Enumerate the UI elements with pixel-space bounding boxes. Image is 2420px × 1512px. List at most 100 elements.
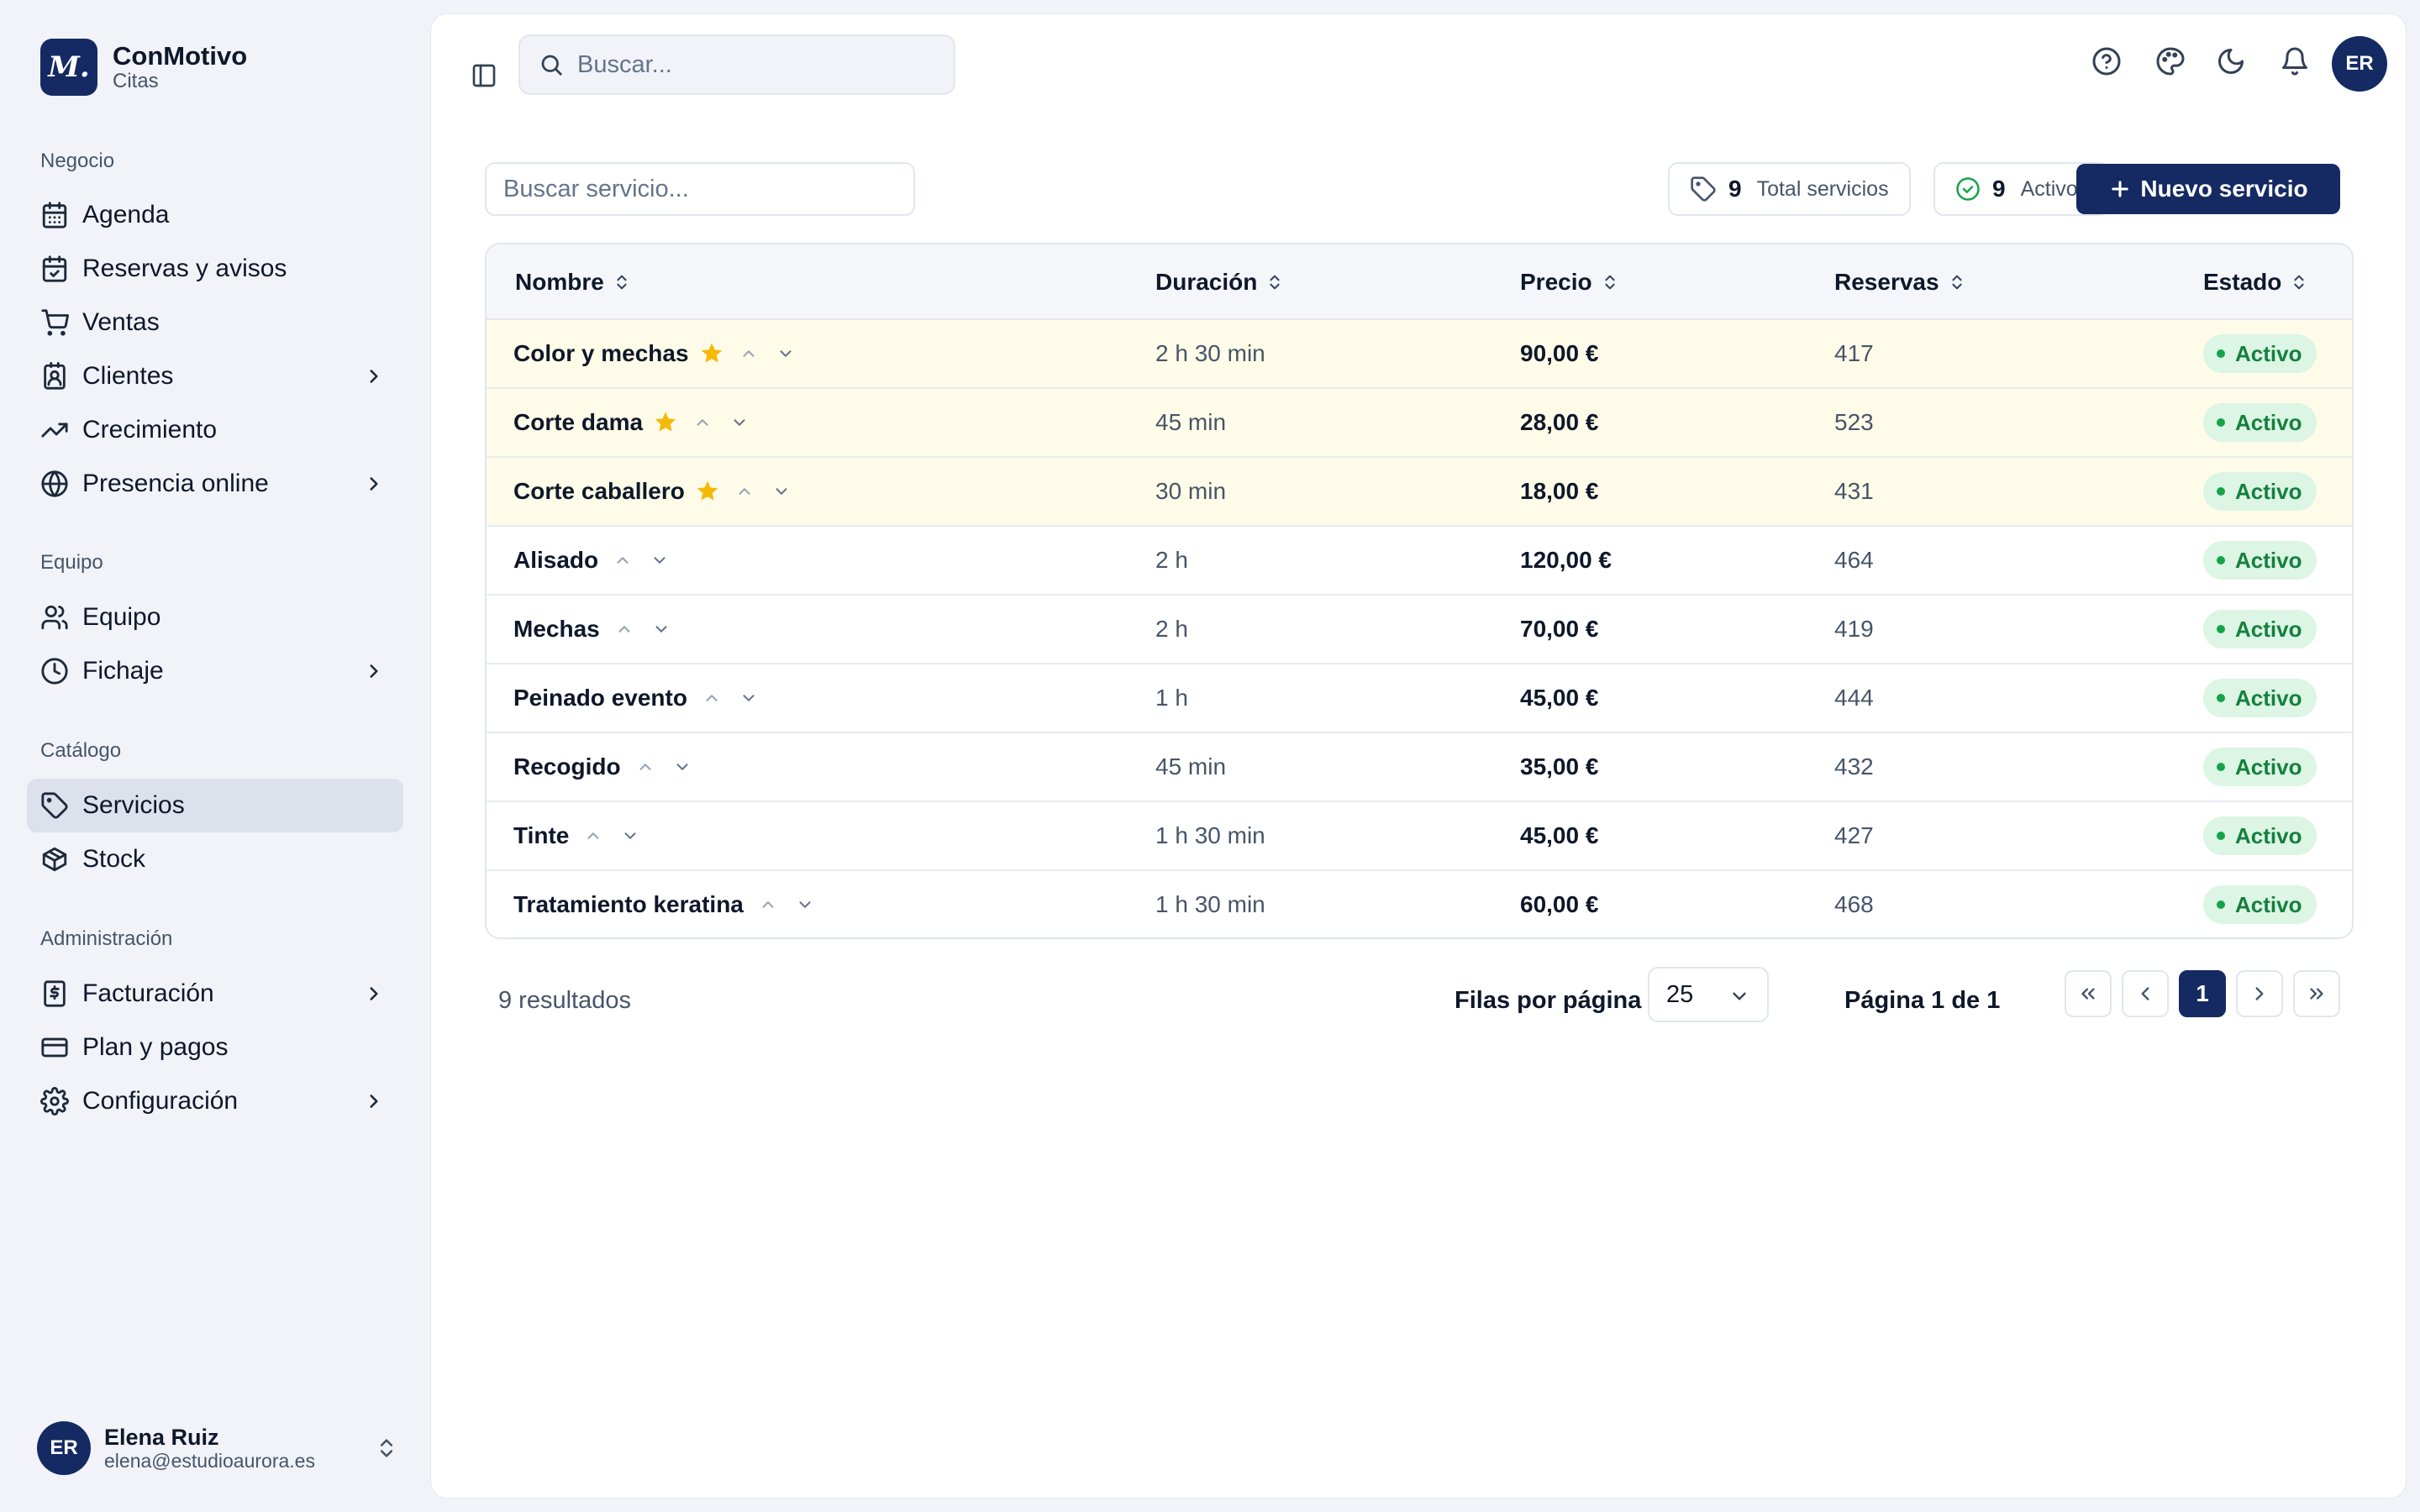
duration-cell: 1 h 30 min: [1155, 822, 1265, 848]
move-down-button[interactable]: [773, 341, 798, 366]
service-name-cell: Tratamiento keratina: [513, 871, 818, 937]
move-down-button[interactable]: [618, 823, 643, 848]
move-up-button[interactable]: [699, 685, 724, 711]
sidebar-item-stock[interactable]: Stock: [27, 832, 403, 886]
notifications-button[interactable]: [2270, 36, 2320, 87]
duration-cell: 45 min: [1155, 409, 1227, 435]
avatar: ER: [37, 1421, 91, 1475]
service-name: Recogido: [513, 753, 621, 780]
sidebar-item-ventas[interactable]: Ventas: [27, 296, 403, 349]
avatar[interactable]: ER: [2332, 36, 2387, 92]
chevron-down-icon: [621, 827, 639, 845]
sidebar-item-reservas[interactable]: Reservas y avisos: [27, 242, 403, 296]
move-down-button[interactable]: [792, 892, 818, 917]
move-up-button[interactable]: [732, 479, 757, 504]
sidebar-item-clientes[interactable]: Clientes: [27, 349, 403, 403]
chevron-left-icon: [2141, 987, 2149, 1000]
table-row[interactable]: Corte dama 45 min 28,00 € 523 Activo: [487, 389, 2352, 458]
tag-icon: [1690, 176, 1717, 202]
total-services-count: 9: [1728, 176, 1742, 202]
new-service-button[interactable]: Nuevo servicio: [2076, 164, 2340, 214]
sidebar-item-servicios[interactable]: Servicios: [27, 779, 403, 832]
user-menu[interactable]: ER Elena Ruiz elena@estudioaurora.es: [37, 1420, 398, 1477]
move-up-button[interactable]: [690, 410, 715, 435]
sidebar-item-plan-y-pagos[interactable]: Plan y pagos: [27, 1021, 403, 1074]
move-up-button[interactable]: [610, 548, 635, 573]
calendar-check-icon: [40, 255, 69, 283]
check-circle-icon: [1955, 176, 1981, 202]
move-down-button[interactable]: [736, 685, 761, 711]
cart-icon: [40, 308, 69, 337]
move-down-button[interactable]: [647, 548, 672, 573]
brand[interactable]: M. ConMotivo Citas: [40, 39, 247, 96]
move-down-button[interactable]: [649, 617, 674, 642]
move-up-button[interactable]: [633, 754, 658, 780]
status-badge: Activo: [2203, 816, 2317, 855]
page-button-current[interactable]: 1: [2179, 970, 2226, 1017]
next-page-button[interactable]: [2236, 970, 2283, 1017]
star-icon[interactable]: [699, 341, 724, 366]
column-header-nombre[interactable]: Nombre: [515, 244, 631, 320]
chevron-up-icon: [702, 689, 721, 707]
column-header-duracion[interactable]: Duración: [1155, 244, 1284, 320]
move-down-button[interactable]: [727, 410, 752, 435]
first-page-button[interactable]: [2065, 970, 2112, 1017]
chevron-up-icon: [613, 551, 632, 570]
service-search-input[interactable]: [503, 175, 890, 203]
service-name: Tratamiento keratina: [513, 891, 744, 917]
sidebar-item-configuracion[interactable]: Configuración: [27, 1074, 403, 1128]
table-row[interactable]: Tratamiento keratina 1 h 30 min 60,00 € 468…: [487, 871, 2352, 937]
sidebar-toggle-button[interactable]: [458, 50, 510, 102]
sidebar-item-facturacion[interactable]: Facturación: [27, 967, 403, 1021]
move-up-button[interactable]: [612, 617, 637, 642]
sidebar-item-label: Servicios: [82, 791, 185, 819]
sidebar-item-presencia-online[interactable]: Presencia online: [27, 457, 403, 511]
column-header-precio[interactable]: Precio: [1520, 244, 1619, 320]
bookings-cell: 427: [1834, 822, 1874, 848]
globe-icon: [40, 470, 69, 498]
move-up-button[interactable]: [736, 341, 761, 366]
dark-mode-button[interactable]: [2206, 36, 2256, 87]
status-cell: Activo: [2203, 871, 2317, 937]
move-down-button[interactable]: [769, 479, 794, 504]
status-dot: [2217, 349, 2225, 358]
table-row[interactable]: Alisado 2 h 120,00 € 464 Activo: [487, 527, 2352, 596]
column-header-estado[interactable]: Estado: [2203, 244, 2308, 320]
sidebar-item-label: Equipo: [82, 603, 161, 631]
last-page-button[interactable]: [2293, 970, 2340, 1017]
move-up-button[interactable]: [755, 892, 781, 917]
sidebar-item-crecimiento[interactable]: Crecimiento: [27, 403, 403, 457]
bookings-cell: 432: [1834, 753, 1874, 780]
search-input[interactable]: [577, 50, 913, 79]
status-label: Activo: [2235, 616, 2302, 642]
service-name: Corte caballero: [513, 478, 685, 504]
move-up-button[interactable]: [581, 823, 606, 848]
service-name-cell: Color y mechas: [513, 320, 798, 387]
table-row[interactable]: Peinado evento 1 h 45,00 € 444 Activo: [487, 664, 2352, 733]
status-label: Activo: [2235, 753, 2302, 780]
service-search[interactable]: [485, 162, 915, 216]
table-row[interactable]: Tinte 1 h 30 min 45,00 € 427 Activo: [487, 802, 2352, 871]
theme-palette-button[interactable]: [2145, 36, 2196, 87]
rows-per-page-select[interactable]: 25: [1648, 967, 1769, 1022]
chevron-down-icon: [652, 620, 671, 638]
help-button[interactable]: [2081, 36, 2132, 87]
sidebar-item-fichaje[interactable]: Fichaje: [27, 644, 403, 698]
sidebar-item-equipo[interactable]: Equipo: [27, 591, 403, 644]
table-row[interactable]: Color y mechas 2 h 30 min 90,00 € 417 Activo: [487, 320, 2352, 389]
global-search[interactable]: [518, 34, 955, 95]
star-icon[interactable]: [653, 410, 678, 435]
table-row[interactable]: Recogido 45 min 35,00 € 432 Activo: [487, 733, 2352, 802]
star-icon[interactable]: [695, 479, 720, 504]
total-services-label: Total servicios: [1756, 176, 1889, 201]
chevrons-up-down-icon[interactable]: [375, 1436, 398, 1460]
prev-page-button[interactable]: [2122, 970, 2169, 1017]
table-row[interactable]: Corte caballero 30 min 18,00 € 431 Activo: [487, 458, 2352, 527]
table-row[interactable]: Mechas 2 h 70,00 € 419 Activo: [487, 596, 2352, 664]
price-cell: 45,00 €: [1520, 822, 1599, 848]
sidebar-item-label: Agenda: [82, 201, 170, 228]
duration-cell: 1 h 30 min: [1155, 891, 1265, 917]
move-down-button[interactable]: [670, 754, 695, 780]
sidebar-item-agenda[interactable]: Agenda: [27, 188, 403, 242]
column-header-reservas[interactable]: Reservas: [1834, 244, 1966, 320]
